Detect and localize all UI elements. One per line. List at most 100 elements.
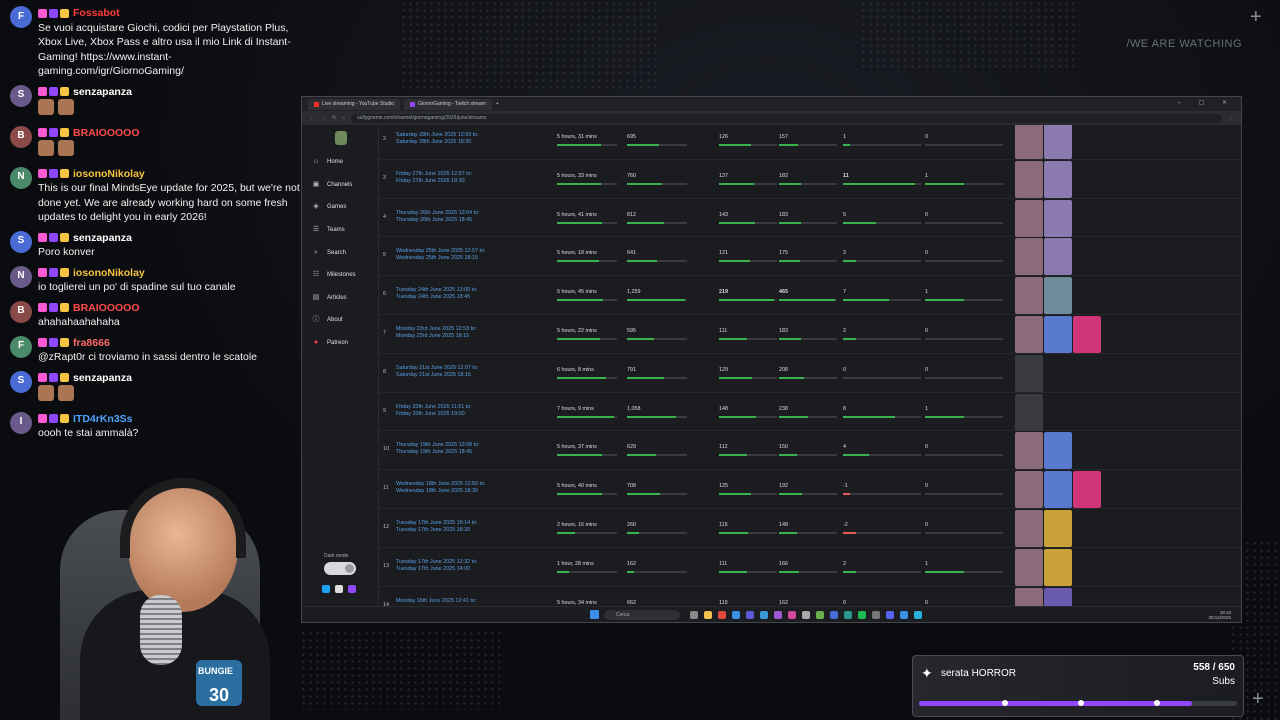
stream-start[interactable]: Tuesday 17th June 2025 16:14 to: <box>396 520 526 527</box>
site-logo[interactable] <box>335 131 347 145</box>
stream-start[interactable]: Tuesday 17th June 2025 12:32 to: <box>396 559 526 566</box>
app-icon[interactable] <box>900 611 908 619</box>
game-thumbnail[interactable] <box>1044 125 1072 159</box>
taskbar-search[interactable]: Cerca <box>604 610 680 620</box>
stream-end[interactable]: Friday 27th June 2025 18:30 <box>396 178 526 185</box>
chat-username[interactable]: iosonoNikolay <box>73 267 145 279</box>
url-field[interactable]: sullygnome.com/channel/giornogaming/2025… <box>351 113 1222 123</box>
game-thumbnail[interactable] <box>1044 316 1072 353</box>
sidebar-item-home[interactable]: ⌂ Home <box>302 151 378 174</box>
stream-date-link[interactable]: Friday 20th June 2025 11:51 to: Friday 20… <box>396 404 526 418</box>
chat-username[interactable]: Fossabot <box>73 7 120 19</box>
chat-username[interactable]: senzapanza <box>73 372 132 384</box>
browser-tab[interactable]: Live streaming - YouTube Studio <box>308 98 401 110</box>
stream-date-link[interactable]: Saturday 21st June 2025 12:07 to: Saturda… <box>396 365 526 379</box>
stream-date-link[interactable]: Thursday 26th June 2025 13:04 to: Thursda… <box>396 210 526 224</box>
stream-start[interactable]: Monday 16th June 2025 12:41 to: <box>396 598 526 605</box>
app-icon[interactable] <box>746 611 754 619</box>
extensions-icon[interactable]: ⋮ <box>1228 115 1233 121</box>
sidebar-item-milestones[interactable]: ☷ Milestones <box>302 264 378 287</box>
sidebar-item-patreon[interactable]: ● Patreon <box>302 332 378 355</box>
sidebar-item-articles[interactable]: ▤ Articles <box>302 287 378 310</box>
stream-start[interactable]: Wednesday 18th June 2025 12:50 to: <box>396 481 526 488</box>
app-icon[interactable] <box>872 611 880 619</box>
game-thumbnail[interactable] <box>1015 238 1043 276</box>
edge-icon[interactable] <box>732 611 740 619</box>
app-icon[interactable] <box>844 611 852 619</box>
game-thumbnail[interactable] <box>1044 548 1072 586</box>
game-thumbnail[interactable] <box>1044 160 1072 198</box>
game-thumbnail[interactable] <box>1015 471 1043 509</box>
game-thumbnail[interactable] <box>1073 471 1101 509</box>
app-icon[interactable] <box>760 611 768 619</box>
spotify-icon[interactable] <box>858 611 866 619</box>
app-icon[interactable] <box>802 611 810 619</box>
stream-end[interactable]: Saturday 21st June 2025 18:15 <box>396 372 526 379</box>
chrome-icon[interactable] <box>718 611 726 619</box>
stream-date-link[interactable]: Monday 16th June 2025 12:41 to: <box>396 598 526 605</box>
game-thumbnail[interactable] <box>1044 587 1072 606</box>
sidebar-item-about[interactable]: ⓘ About <box>302 309 378 332</box>
chat-username[interactable]: iosonoNikolay <box>73 168 145 180</box>
stream-end[interactable]: Wednesday 18th June 2025 18:30 <box>396 488 526 495</box>
game-thumbnail[interactable] <box>1044 199 1072 237</box>
game-thumbnail[interactable] <box>1044 238 1072 276</box>
chat-username[interactable]: BRAIOOOOO <box>73 127 140 139</box>
stream-end[interactable]: Thursday 26th June 2025 18:45 <box>396 217 526 224</box>
stream-date-link[interactable]: Thursday 19th June 2025 13:08 to: Thursda… <box>396 442 526 456</box>
stream-start[interactable]: Saturday 21st June 2025 12:07 to: <box>396 365 526 372</box>
game-thumbnail[interactable] <box>1044 432 1072 470</box>
sidebar-item-games[interactable]: ◈ Games <box>302 196 378 219</box>
stream-start[interactable]: Friday 27th June 2025 12:57 to: <box>396 171 526 178</box>
stream-end[interactable]: Thursday 19th June 2025 18:45 <box>396 449 526 456</box>
stream-start[interactable]: Wednesday 25th June 2025 12:57 to: <box>396 248 526 255</box>
game-thumbnail[interactable] <box>1044 277 1072 315</box>
sidebar-item-teams[interactable]: ☰ Teams <box>302 219 378 242</box>
twitch-icon[interactable] <box>348 585 356 593</box>
stream-start[interactable]: Friday 20th June 2025 11:51 to: <box>396 404 526 411</box>
game-thumbnail[interactable] <box>1015 316 1043 353</box>
discord-icon[interactable] <box>886 611 894 619</box>
stream-start[interactable]: Thursday 19th June 2025 13:08 to: <box>396 442 526 449</box>
back-icon[interactable]: ← <box>310 115 315 121</box>
stream-start[interactable]: Saturday 28th June 2025 12:59 to: <box>396 132 526 139</box>
game-thumbnail[interactable] <box>1015 125 1043 159</box>
stream-end[interactable]: Saturday 28th June 2025 18:30 <box>396 139 526 146</box>
game-thumbnail[interactable] <box>1015 548 1043 586</box>
stream-date-link[interactable]: Tuesday 17th June 2025 12:32 to: Tuesday … <box>396 559 526 573</box>
stream-start[interactable]: Monday 23rd June 2025 12:53 to: <box>396 326 526 333</box>
reload-icon[interactable]: ↻ <box>332 115 336 121</box>
game-thumbnail[interactable] <box>1073 316 1101 353</box>
stream-end[interactable]: Tuesday 17th June 2025 14:00 <box>396 566 526 573</box>
game-thumbnail[interactable] <box>1044 510 1072 547</box>
chat-username[interactable]: BRAIOOOOO <box>73 302 140 314</box>
app-icon[interactable] <box>914 611 922 619</box>
app-icon[interactable] <box>830 611 838 619</box>
stream-start[interactable]: Tuesday 24th June 2025 13:00 to: <box>396 287 526 294</box>
game-thumbnail[interactable] <box>1015 510 1043 547</box>
game-thumbnail[interactable] <box>1015 277 1043 315</box>
stream-date-link[interactable]: Wednesday 18th June 2025 12:50 to: Wednes… <box>396 481 526 495</box>
sidebar-item-channels[interactable]: ▣ Channels <box>302 174 378 197</box>
stream-date-link[interactable]: Saturday 28th June 2025 12:59 to: Saturda… <box>396 132 526 146</box>
chat-username[interactable]: ITD4rKn3Ss <box>73 413 133 425</box>
explorer-icon[interactable] <box>704 611 712 619</box>
chat-username[interactable]: senzapanza <box>73 86 132 98</box>
stream-end[interactable]: Friday 20th June 2025 19:00 <box>396 411 526 418</box>
app-icon[interactable] <box>774 611 782 619</box>
game-thumbnail[interactable] <box>1015 432 1043 470</box>
stream-date-link[interactable]: Friday 27th June 2025 12:57 to: Friday 27… <box>396 171 526 185</box>
new-tab-button[interactable]: + <box>496 101 499 107</box>
stream-start[interactable]: Thursday 26th June 2025 13:04 to: <box>396 210 526 217</box>
game-thumbnail[interactable] <box>1015 393 1043 431</box>
stream-end[interactable]: Tuesday 17th June 2025 18:30 <box>396 527 526 534</box>
task-view-icon[interactable] <box>690 611 698 619</box>
forward-icon[interactable]: → <box>321 115 326 121</box>
stream-date-link[interactable]: Tuesday 24th June 2025 13:00 to: Tuesday … <box>396 287 526 301</box>
windows-start-icon[interactable] <box>590 610 599 619</box>
game-thumbnail[interactable] <box>1015 354 1043 392</box>
stream-date-link[interactable]: Wednesday 25th June 2025 12:57 to: Wednes… <box>396 248 526 262</box>
window-controls[interactable]: – ▢ ✕ <box>1178 99 1235 106</box>
stream-end[interactable]: Monday 23rd June 2025 18:15 <box>396 333 526 340</box>
stream-end[interactable]: Wednesday 25th June 2025 18:15 <box>396 255 526 262</box>
